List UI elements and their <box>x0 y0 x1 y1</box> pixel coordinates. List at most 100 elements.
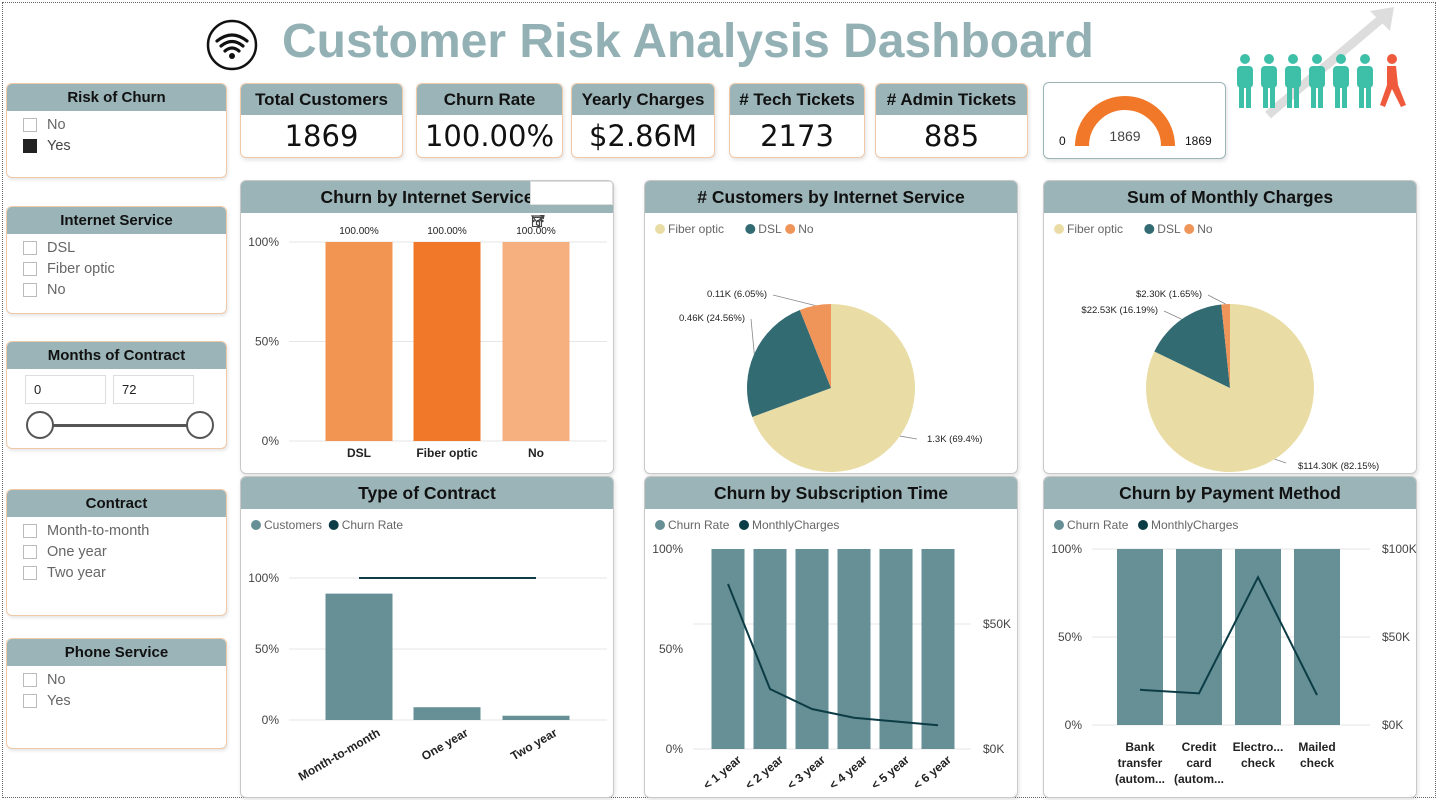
internet-service-slicer[interactable]: Internet Service DSL Fiber optic No <box>6 206 227 314</box>
person-leg <box>1318 85 1323 108</box>
chart-plot: 0% 50% 100% 100.00% DSL 100.00% Fiber optic 100… <box>248 226 607 460</box>
checkbox[interactable] <box>23 544 37 559</box>
person-head <box>1288 54 1298 64</box>
months-of-contract-slicer[interactable]: Months of Contract 0 72 <box>6 341 227 449</box>
range-max-input[interactable]: 72 <box>113 375 194 404</box>
legend-marker <box>1144 224 1155 234</box>
bar <box>1176 549 1222 725</box>
kpi-admin-tickets[interactable]: # Admin Tickets 885 <box>875 83 1028 158</box>
y-tick-label: 0% <box>262 434 280 448</box>
range-min-input[interactable]: 0 <box>25 375 106 404</box>
y-tick-label: 50% <box>255 642 279 656</box>
legend-label: DSL <box>1157 222 1181 236</box>
checkbox[interactable] <box>23 523 37 538</box>
kpi-total-customers[interactable]: Total Customers 1869 <box>240 83 403 158</box>
slicer-title: Months of Contract <box>7 342 226 369</box>
kpi-label: # Tech Tickets <box>730 84 864 115</box>
bar <box>879 549 913 749</box>
filter-icon[interactable] <box>531 182 558 227</box>
y-tick-label: 100% <box>248 571 279 585</box>
range-max-handle[interactable] <box>186 411 214 439</box>
data-label: 100.00% <box>427 226 467 237</box>
slicer-option-one-year[interactable]: One year <box>7 541 226 562</box>
slicer-option-yes[interactable]: Yes <box>7 690 226 711</box>
slicer-option-no[interactable]: No <box>7 669 226 690</box>
x-tick-label: Credit <box>1182 740 1217 754</box>
bar <box>502 242 570 441</box>
pie-leader-line <box>750 318 755 354</box>
y-tick-label-left: 100% <box>1051 542 1082 556</box>
legend-marker <box>655 224 665 234</box>
chart-sum-of-monthly-charges[interactable]: Sum of Monthly Charges Fiber optic DSL No $… <box>1043 180 1417 474</box>
range-track[interactable] <box>45 424 207 427</box>
x-tick-label: (autom... <box>1115 772 1165 786</box>
slicer-option-fiber-optic[interactable]: Fiber optic <box>7 258 226 279</box>
checkbox[interactable] <box>23 693 37 708</box>
kpi-value: 885 <box>923 119 980 153</box>
phone-service-slicer[interactable]: Phone Service No Yes <box>6 638 227 749</box>
checkbox[interactable] <box>23 565 37 580</box>
y-tick-label: 0% <box>262 713 280 727</box>
checkbox[interactable] <box>23 117 37 132</box>
slicer-option-dsl[interactable]: DSL <box>7 237 226 258</box>
x-tick-label: < 5 year <box>868 752 912 792</box>
person-leg <box>1294 85 1299 108</box>
range-min-handle[interactable] <box>26 411 54 439</box>
risk-of-churn-slicer[interactable]: Risk of Churn No Yes <box>6 83 227 178</box>
x-tick-label: < 3 year <box>784 752 828 792</box>
person-body <box>1333 66 1349 88</box>
legend-marker <box>1054 224 1064 234</box>
chart-customers-by-internet-service[interactable]: # Customers by Internet Service Fiber op… <box>644 180 1018 474</box>
option-label: Yes <box>47 692 71 709</box>
person-leg <box>1366 85 1371 108</box>
gauge-min-label: 0 <box>1059 134 1066 148</box>
checkbox-checked[interactable] <box>23 138 37 153</box>
page-title: Customer Risk Analysis Dashboard <box>282 15 1094 68</box>
checkbox[interactable] <box>23 261 37 276</box>
slicer-option-two-year[interactable]: Two year <box>7 562 226 583</box>
y-tick-label-right: $0K <box>1382 718 1403 732</box>
kpi-churn-rate[interactable]: Churn Rate 100.00% <box>416 83 563 158</box>
chart-type-of-contract[interactable]: Type of Contract Customers Churn Rate 0% 50… <box>240 476 614 798</box>
option-label: No <box>47 281 66 298</box>
slicer-option-yes[interactable]: Yes <box>7 135 226 156</box>
legend-label: Churn Rate <box>1067 518 1129 532</box>
checkbox[interactable] <box>23 672 37 687</box>
y-tick-label: 100% <box>248 235 279 249</box>
chart-plot: Churn Rate MonthlyCharges 0% 50% 100% $0K $50K… <box>652 518 1011 792</box>
kpi-tech-tickets[interactable]: # Tech Tickets 2173 <box>729 83 865 158</box>
person-leg <box>1246 85 1251 108</box>
person-leg <box>1239 85 1244 108</box>
slicer-option-no[interactable]: No <box>7 114 226 135</box>
kpi-value: 1869 <box>284 119 359 153</box>
x-tick-label: One year <box>419 725 471 763</box>
chart-churn-by-subscription-time[interactable]: Churn by Subscription Time Churn Rate Mon… <box>644 476 1018 798</box>
checkbox[interactable] <box>23 282 37 297</box>
x-tick-label: < 2 year <box>742 752 786 792</box>
person-leg <box>1342 85 1347 108</box>
customers-gauge[interactable]: 0 1869 1869 <box>1043 82 1226 159</box>
legend-label: No <box>1197 222 1213 236</box>
contract-slicer[interactable]: Contract Month-to-month One year Two yea… <box>6 489 227 616</box>
chart-churn-by-payment-method[interactable]: Churn by Payment Method Churn Rate Monthl… <box>1043 476 1417 798</box>
legend-label: Customers <box>264 518 322 532</box>
y-tick-label-left: 0% <box>666 742 684 756</box>
x-tick-label: Bank <box>1125 740 1155 754</box>
bar <box>413 707 481 720</box>
kpi-value: 2173 <box>760 119 834 153</box>
x-tick-label: check <box>1300 756 1334 770</box>
person-body <box>1237 66 1253 88</box>
more-options-icon[interactable] <box>532 182 612 223</box>
option-label: Yes <box>47 137 71 154</box>
option-label: Month-to-month <box>47 522 150 539</box>
focus-mode-icon[interactable] <box>531 182 585 228</box>
person-leg <box>1335 85 1340 108</box>
kpi-yearly-charges[interactable]: Yearly Charges $2.86M <box>571 83 715 158</box>
checkbox[interactable] <box>23 240 37 255</box>
chart-churn-by-internet-service[interactable]: Churn by Internet Service 0% 50% 100% 100.0… <box>240 180 614 474</box>
chart-title: # Customers by Internet Service <box>645 181 1017 213</box>
pie-data-label: 0.11K (6.05%) <box>707 289 767 300</box>
slicer-option-month-to-month[interactable]: Month-to-month <box>7 520 226 541</box>
slicer-option-no[interactable]: No <box>7 279 226 300</box>
x-tick-label: < 4 year <box>826 752 870 792</box>
